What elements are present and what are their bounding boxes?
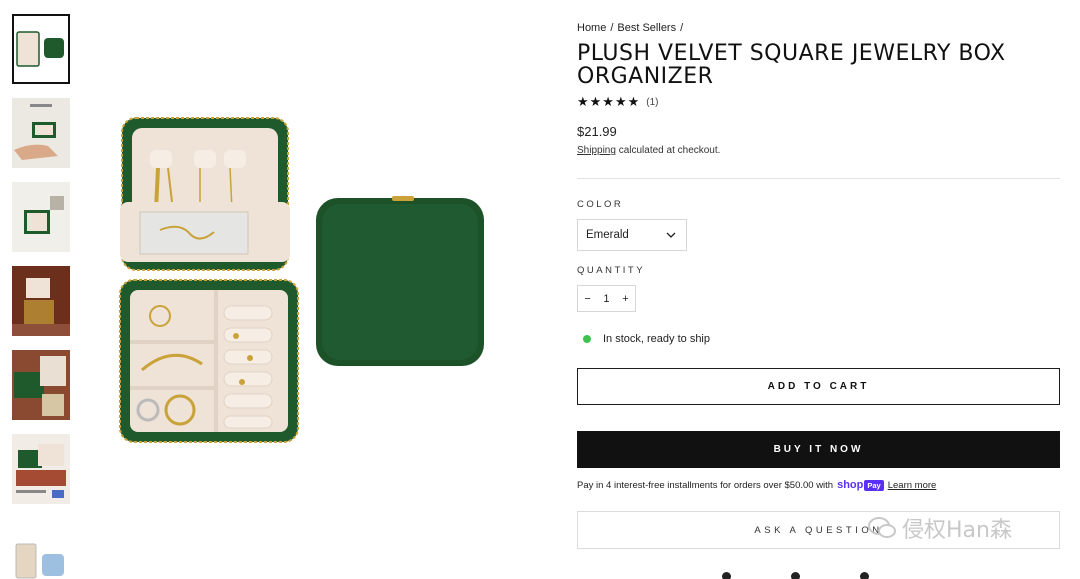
installments-text: Pay in 4 interest-free installments for …: [577, 479, 834, 491]
shop-pay-badge: Pay: [864, 480, 884, 491]
quantity-plus-button[interactable]: +: [622, 293, 628, 305]
chevron-down-icon: [666, 232, 676, 238]
thumbnail-6[interactable]: [12, 434, 70, 504]
wechat-icon: [868, 517, 896, 538]
quantity-value[interactable]: 1: [603, 293, 609, 305]
breadcrumb-separator: /: [680, 22, 684, 34]
rating[interactable]: ★★★★★ (1): [577, 94, 659, 110]
in-stock-dot-icon: [583, 335, 591, 343]
breadcrumb-best-sellers[interactable]: Best Sellers: [617, 22, 676, 34]
product-price: $21.99: [577, 124, 617, 139]
quantity-label: QUANTITY: [577, 265, 646, 276]
quantity-minus-button[interactable]: −: [584, 293, 590, 305]
learn-more-link[interactable]: Learn more: [888, 480, 937, 491]
quantity-stepper: − 1 +: [577, 285, 636, 312]
stock-status: In stock, ready to ship: [583, 333, 710, 345]
product-title: PLUSH VELVET SQUARE JEWELRY BOX ORGANIZE…: [577, 41, 1006, 89]
thumbnail-5[interactable]: [12, 350, 70, 420]
shipping-link[interactable]: Shipping: [577, 145, 616, 156]
watermark: 侵权Han森: [868, 512, 1012, 544]
share-icon[interactable]: [722, 572, 731, 579]
breadcrumb-separator: /: [610, 22, 614, 34]
shop-pay-brand: shop: [837, 479, 864, 491]
color-select-value: Emerald: [586, 229, 629, 241]
watermark-text: 侵权Han森: [902, 518, 1012, 543]
share-links: [722, 572, 869, 579]
shop-pay-logo: shop Pay: [837, 479, 884, 491]
share-icon[interactable]: [791, 572, 800, 579]
breadcrumb: Home / Best Sellers /: [577, 22, 683, 34]
star-rating-icon: ★★★★★: [577, 94, 641, 109]
color-label: COLOR: [577, 199, 624, 210]
thumbnail-1[interactable]: [12, 14, 70, 84]
shipping-text: calculated at checkout.: [615, 145, 721, 156]
main-product-image: [100, 110, 520, 470]
installments-note: Pay in 4 interest-free installments for …: [577, 479, 936, 491]
buy-it-now-button[interactable]: BUY IT NOW: [577, 431, 1060, 468]
review-count[interactable]: (1): [646, 97, 658, 108]
thumbnail-2[interactable]: [12, 98, 70, 168]
thumbnail-7[interactable]: [12, 524, 70, 579]
breadcrumb-home[interactable]: Home: [577, 22, 606, 34]
add-to-cart-button[interactable]: ADD TO CART: [577, 368, 1060, 405]
color-select[interactable]: Emerald: [577, 219, 687, 251]
thumbnail-3[interactable]: [12, 182, 70, 252]
divider: [577, 178, 1060, 179]
stock-text: In stock, ready to ship: [603, 333, 710, 345]
thumbnail-4[interactable]: [12, 266, 70, 336]
shipping-note: Shipping calculated at checkout.: [577, 145, 720, 156]
share-icon[interactable]: [860, 572, 869, 579]
